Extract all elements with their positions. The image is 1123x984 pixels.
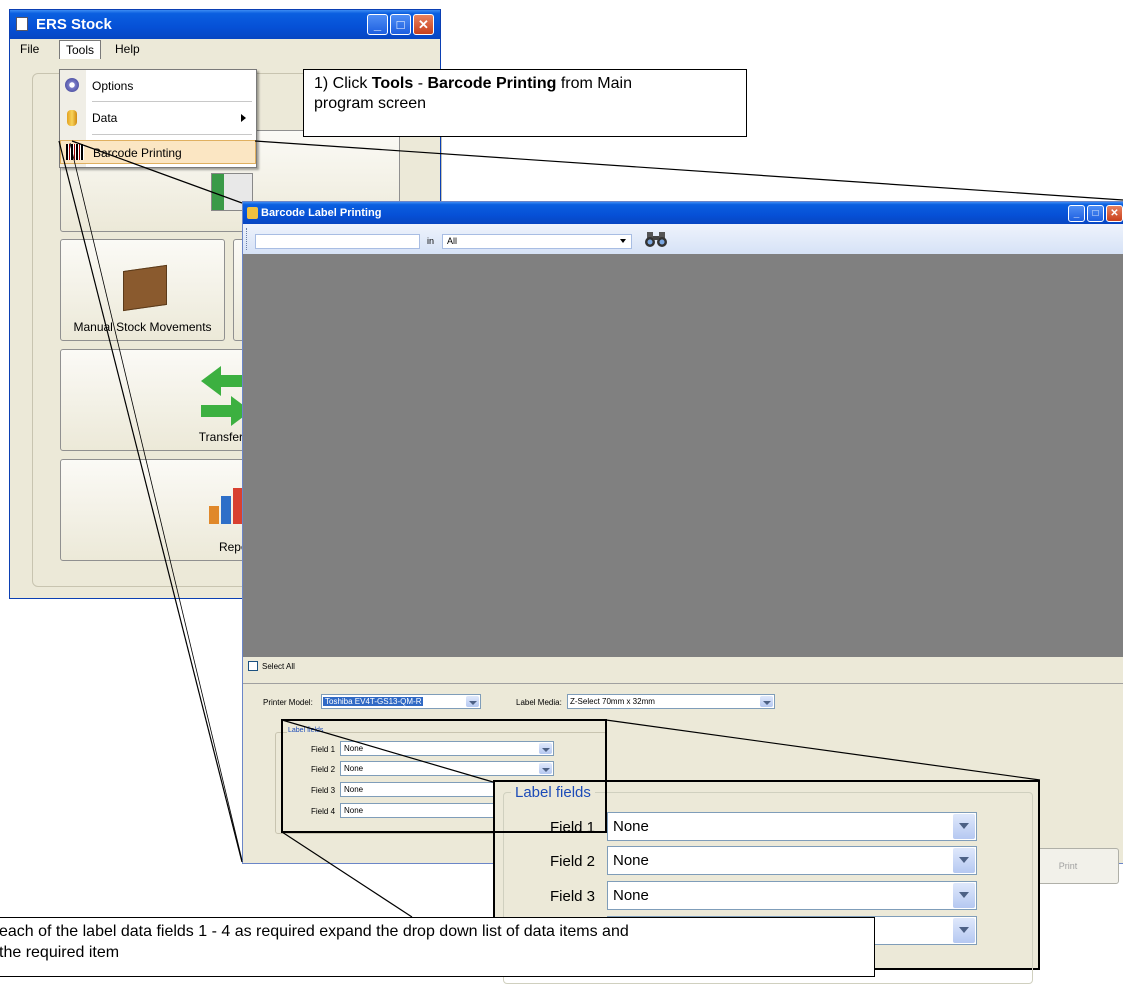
menu-separator bbox=[92, 134, 252, 135]
select-all-checkbox[interactable] bbox=[248, 661, 258, 671]
search-scope-select[interactable]: All bbox=[442, 234, 632, 249]
chevron-down-icon bbox=[953, 883, 975, 908]
main-title-bar[interactable]: ERS Stock _ □ ✕ bbox=[10, 10, 440, 39]
zoom-field-2-select[interactable]: None bbox=[607, 846, 977, 875]
field-2-value: None bbox=[344, 764, 364, 773]
menu-separator bbox=[92, 101, 252, 102]
callout-dash: - bbox=[413, 75, 428, 92]
toolbar-grip bbox=[246, 228, 249, 250]
label-media-label: Label Media: bbox=[516, 698, 562, 707]
chevron-down-icon bbox=[953, 848, 975, 873]
menu-item-options-label: Options bbox=[92, 79, 134, 93]
app-icon bbox=[16, 17, 28, 31]
close-button[interactable]: ✕ bbox=[413, 14, 434, 35]
chevron-down-icon bbox=[466, 696, 479, 707]
menu-file[interactable]: File bbox=[14, 40, 45, 58]
close-icon: ✕ bbox=[418, 17, 429, 32]
binoculars-icon[interactable] bbox=[645, 230, 667, 248]
maximize-icon: □ bbox=[396, 17, 405, 32]
chevron-down-icon bbox=[539, 763, 552, 774]
menu-item-data[interactable]: Data bbox=[60, 106, 256, 130]
maximize-button[interactable]: □ bbox=[390, 14, 411, 35]
callout-bottom-line2: the required item bbox=[0, 944, 120, 961]
callout-bottom-line1: each of the label data fields 1 - 4 as r… bbox=[0, 923, 629, 940]
manual-stock-movements-button[interactable]: Manual Stock Movements bbox=[60, 239, 225, 341]
divider bbox=[243, 683, 1123, 684]
zoom-field-3-label: Field 3 bbox=[550, 888, 596, 905]
menu-item-options[interactable]: Options bbox=[60, 74, 256, 98]
chevron-down-icon bbox=[953, 918, 975, 943]
zoom-group-title: Label fields bbox=[511, 784, 595, 801]
callout-line2: program screen bbox=[314, 95, 427, 112]
gear-icon bbox=[65, 78, 79, 92]
barcode-maximize-button[interactable]: □ bbox=[1087, 205, 1104, 222]
barcode-icon bbox=[66, 144, 84, 160]
barcode-close-button[interactable]: ✕ bbox=[1106, 205, 1123, 222]
field-4-value: None bbox=[344, 806, 364, 815]
zoom-field-2-label: Field 2 bbox=[550, 853, 596, 870]
chevron-down-icon bbox=[539, 743, 552, 754]
menu-help[interactable]: Help bbox=[109, 40, 146, 58]
barcode-minimize-button[interactable]: _ bbox=[1068, 205, 1085, 222]
print-button-label: Print bbox=[1058, 861, 1078, 871]
callout-rest: from Main bbox=[556, 75, 632, 92]
menu-tools[interactable]: Tools bbox=[59, 40, 102, 59]
field-1-label: Field 1 bbox=[311, 745, 336, 754]
callout-bold-barcode: Barcode Printing bbox=[427, 75, 557, 92]
database-icon bbox=[67, 110, 77, 126]
menu-item-barcode-printing[interactable]: Barcode Printing bbox=[60, 140, 256, 164]
label-fields-group-title: Label fields bbox=[287, 727, 325, 734]
main-window-title: ERS Stock bbox=[36, 16, 112, 33]
menu-item-barcode-printing-label: Barcode Printing bbox=[93, 146, 182, 160]
zoom-field-1-label: Field 1 bbox=[550, 819, 596, 836]
tools-menu-dropdown: Options Data Barcode Printing bbox=[59, 69, 257, 168]
in-label: in bbox=[427, 236, 435, 246]
zoom-field-1-select[interactable]: None bbox=[607, 812, 977, 841]
chevron-down-icon bbox=[953, 814, 975, 839]
products-list-area[interactable] bbox=[243, 254, 1123, 657]
select-all-label: Select All bbox=[262, 662, 295, 671]
printer-model-label: Printer Model: bbox=[263, 698, 313, 707]
field-1-value: None bbox=[344, 744, 364, 753]
zoom-field-2-value: None bbox=[613, 852, 649, 869]
close-icon: ✕ bbox=[1110, 208, 1119, 219]
search-toolbar: in All bbox=[243, 224, 1123, 255]
callout-bold-tools: Tools bbox=[371, 75, 414, 92]
field-4-label: Field 4 bbox=[311, 807, 336, 816]
search-scope-value: All bbox=[447, 236, 458, 246]
chevron-down-icon bbox=[760, 696, 773, 707]
chevron-down-icon bbox=[620, 239, 626, 243]
manual-stock-movements-label: Manual Stock Movements bbox=[73, 320, 212, 334]
label-media-value: Z-Select 70mm x 32mm bbox=[570, 697, 655, 706]
search-input[interactable] bbox=[255, 234, 420, 249]
barcode-title-bar[interactable]: Barcode Label Printing _ □ ✕ bbox=[243, 202, 1123, 224]
barcode-window-title: Barcode Label Printing bbox=[261, 207, 382, 219]
minimize-icon: _ bbox=[1073, 208, 1080, 219]
menu-bar: File Tools Help bbox=[10, 39, 440, 59]
instruction-callout-bottom: each of the label data fields 1 - 4 as r… bbox=[0, 917, 875, 977]
zoom-field-1-value: None bbox=[613, 818, 649, 835]
field-3-label: Field 3 bbox=[311, 786, 336, 795]
field-2-select[interactable]: None bbox=[340, 761, 554, 776]
box-arrows-icon bbox=[123, 264, 167, 312]
printer-model-select[interactable]: Toshiba EV4T-GS13-QM-R bbox=[321, 694, 481, 709]
minimize-icon: _ bbox=[373, 17, 382, 32]
instruction-callout-top: 1) Click Tools - Barcode Printing from M… bbox=[303, 69, 747, 137]
minimize-button[interactable]: _ bbox=[367, 14, 388, 35]
menu-item-data-label: Data bbox=[92, 111, 118, 125]
printer-model-value: Toshiba EV4T-GS13-QM-R bbox=[323, 697, 424, 706]
field-3-value: None bbox=[344, 785, 364, 794]
zoom-field-3-select[interactable]: None bbox=[607, 881, 977, 910]
barcode-window-icon bbox=[247, 207, 258, 219]
field-1-select[interactable]: None bbox=[340, 741, 554, 756]
label-media-select[interactable]: Z-Select 70mm x 32mm bbox=[567, 694, 775, 709]
field-2-label: Field 2 bbox=[311, 765, 336, 774]
zoom-field-3-value: None bbox=[613, 887, 649, 904]
maximize-icon: □ bbox=[1092, 208, 1099, 219]
submenu-arrow-icon bbox=[241, 114, 246, 122]
callout-step: 1) Click bbox=[314, 75, 372, 92]
barcode-label-printing-window: Barcode Label Printing _ □ ✕ in All Sele… bbox=[242, 201, 1123, 884]
